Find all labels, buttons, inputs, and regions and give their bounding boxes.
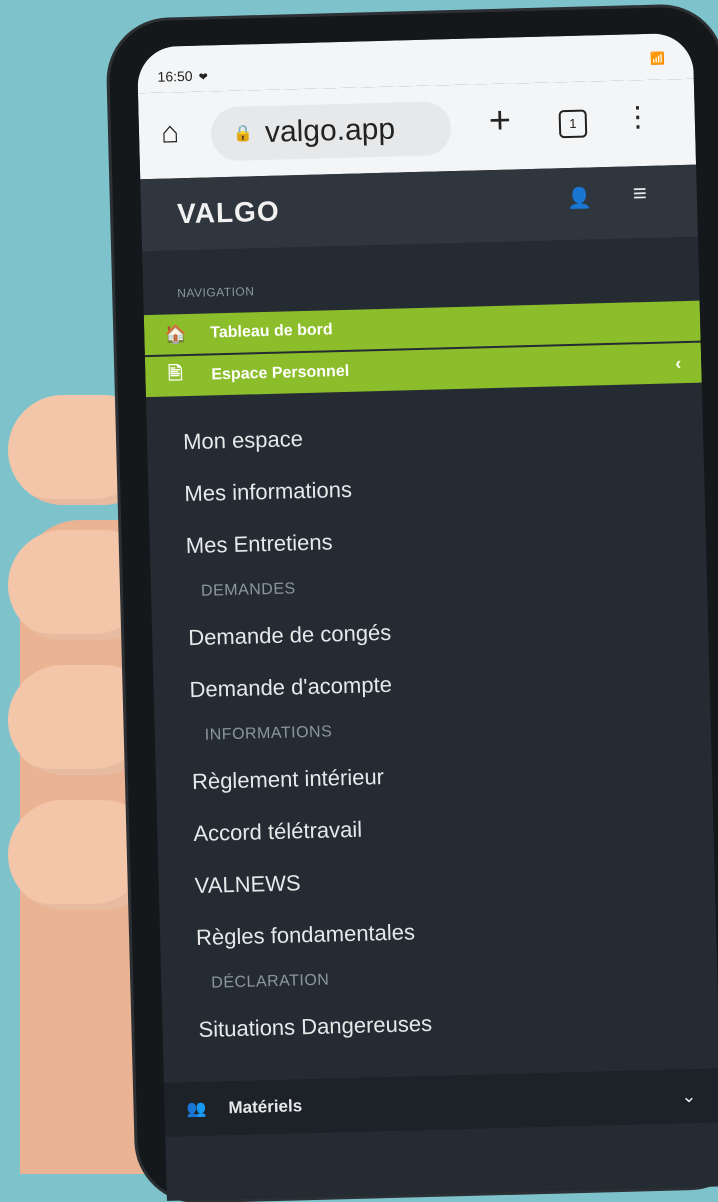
home-icon[interactable]: ⌂: [161, 116, 180, 150]
valgo-logo[interactable]: VALGO: [177, 196, 280, 231]
personal-space-submenu: Mon espace Mes informations Mes Entretie…: [146, 385, 718, 1057]
chevron-left-icon: ‹: [674, 352, 682, 373]
url-text: valgo.app: [264, 112, 396, 149]
signal-icon: 📶: [650, 51, 666, 66]
nav-item-label: Espace Personnel: [211, 362, 350, 384]
app-header: VALGO 👤 ≡: [140, 164, 698, 252]
hamburger-menu-icon[interactable]: ≡: [632, 180, 647, 208]
heart-icon: ❤: [198, 71, 209, 84]
section-label-navigation: NAVIGATION: [177, 284, 255, 301]
lock-icon: 🔒: [232, 125, 254, 143]
browser-menu-icon[interactable]: ⋮: [623, 100, 652, 134]
status-time: 16:50 ❤: [157, 67, 209, 85]
user-icon[interactable]: 👤: [567, 185, 593, 211]
address-bar[interactable]: 🔒 valgo.app: [210, 101, 452, 162]
nav-item-materiels[interactable]: 👥 Matériels ⌄: [163, 1068, 718, 1137]
group-icon: 👥: [186, 1100, 207, 1119]
document-icon: 🖹: [167, 363, 183, 384]
chevron-down-icon: ⌄: [681, 1085, 697, 1106]
home-icon: 🏠: [164, 323, 187, 345]
new-tab-button[interactable]: +: [488, 100, 511, 144]
phone-frame: 16:50 ❤ 📶 ⌂ 🔒 valgo.app + 1 ⋮ VALGO 👤 ≡ N…: [108, 5, 718, 1202]
clock-text: 16:50: [157, 67, 193, 85]
sidebar-nav: NAVIGATION 🏠 Tableau de bord 🖹 Espace Pe…: [142, 237, 718, 1057]
phone-screen: 16:50 ❤ 📶 ⌂ 🔒 valgo.app + 1 ⋮ VALGO 👤 ≡ N…: [136, 32, 718, 1201]
nav-item-label: Tableau de bord: [210, 321, 333, 342]
nav-item-label: Matériels: [228, 1096, 303, 1118]
tab-count-button[interactable]: 1: [558, 109, 588, 139]
browser-toolbar: ⌂ 🔒 valgo.app + 1 ⋮: [137, 78, 697, 180]
